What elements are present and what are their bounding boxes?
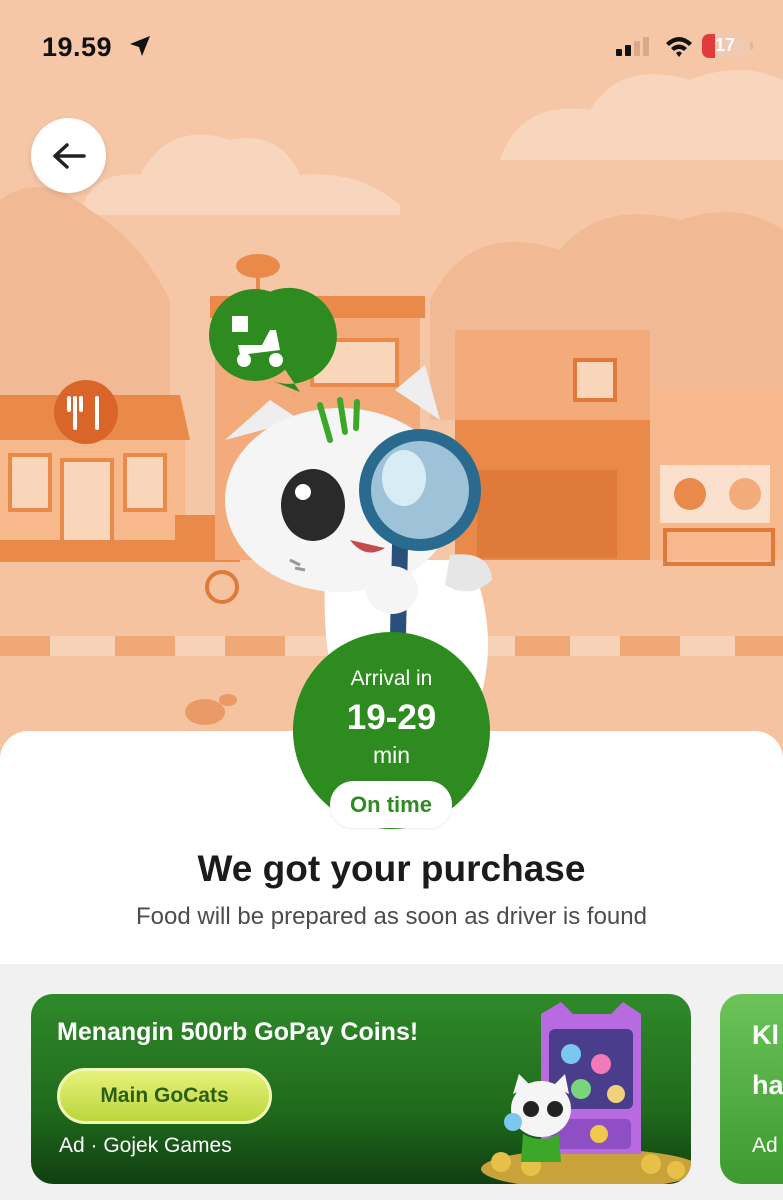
arrival-range: 19-29: [346, 698, 437, 737]
order-subline: Food will be prepared as soon as driver …: [136, 903, 647, 930]
ad-title: Menangin 500rb GoPay Coins!: [57, 1018, 419, 1046]
back-arrow-icon: [52, 142, 86, 169]
signal-icon: [616, 37, 649, 56]
on-time-badge: On time: [330, 781, 452, 828]
battery-level: 17: [714, 35, 736, 55]
gocats-game-art: [481, 1002, 691, 1184]
arrival-unit: min: [372, 742, 411, 768]
status-bar: 19.59 17: [0, 30, 783, 66]
ad2-title-line2: ha: [752, 1070, 783, 1100]
order-headline: We got your purchase: [197, 848, 586, 889]
location-arrow-icon: [130, 36, 150, 56]
fork-knife-icon: [54, 380, 118, 444]
arrival-label: Arrival in: [350, 667, 433, 690]
ad2-title-line1: Kl: [752, 1020, 779, 1050]
ad-card-gocats[interactable]: Menangin 500rb GoPay Coins! Main GoCats …: [31, 994, 691, 1184]
ad-meta: Ad · Gojek Games: [59, 1134, 232, 1157]
delivery-scooter-icon: [209, 289, 301, 381]
wifi-icon: [666, 37, 692, 57]
back-button[interactable]: [31, 118, 106, 193]
battery-indicator: 17: [702, 34, 753, 58]
ad-card-next[interactable]: Kl ha Ad: [720, 994, 783, 1184]
battery-nub: [750, 42, 753, 50]
ad-cta-button[interactable]: Main GoCats: [57, 1068, 272, 1124]
status-time: 19.59: [42, 32, 113, 62]
ad2-meta: Ad: [752, 1134, 778, 1157]
